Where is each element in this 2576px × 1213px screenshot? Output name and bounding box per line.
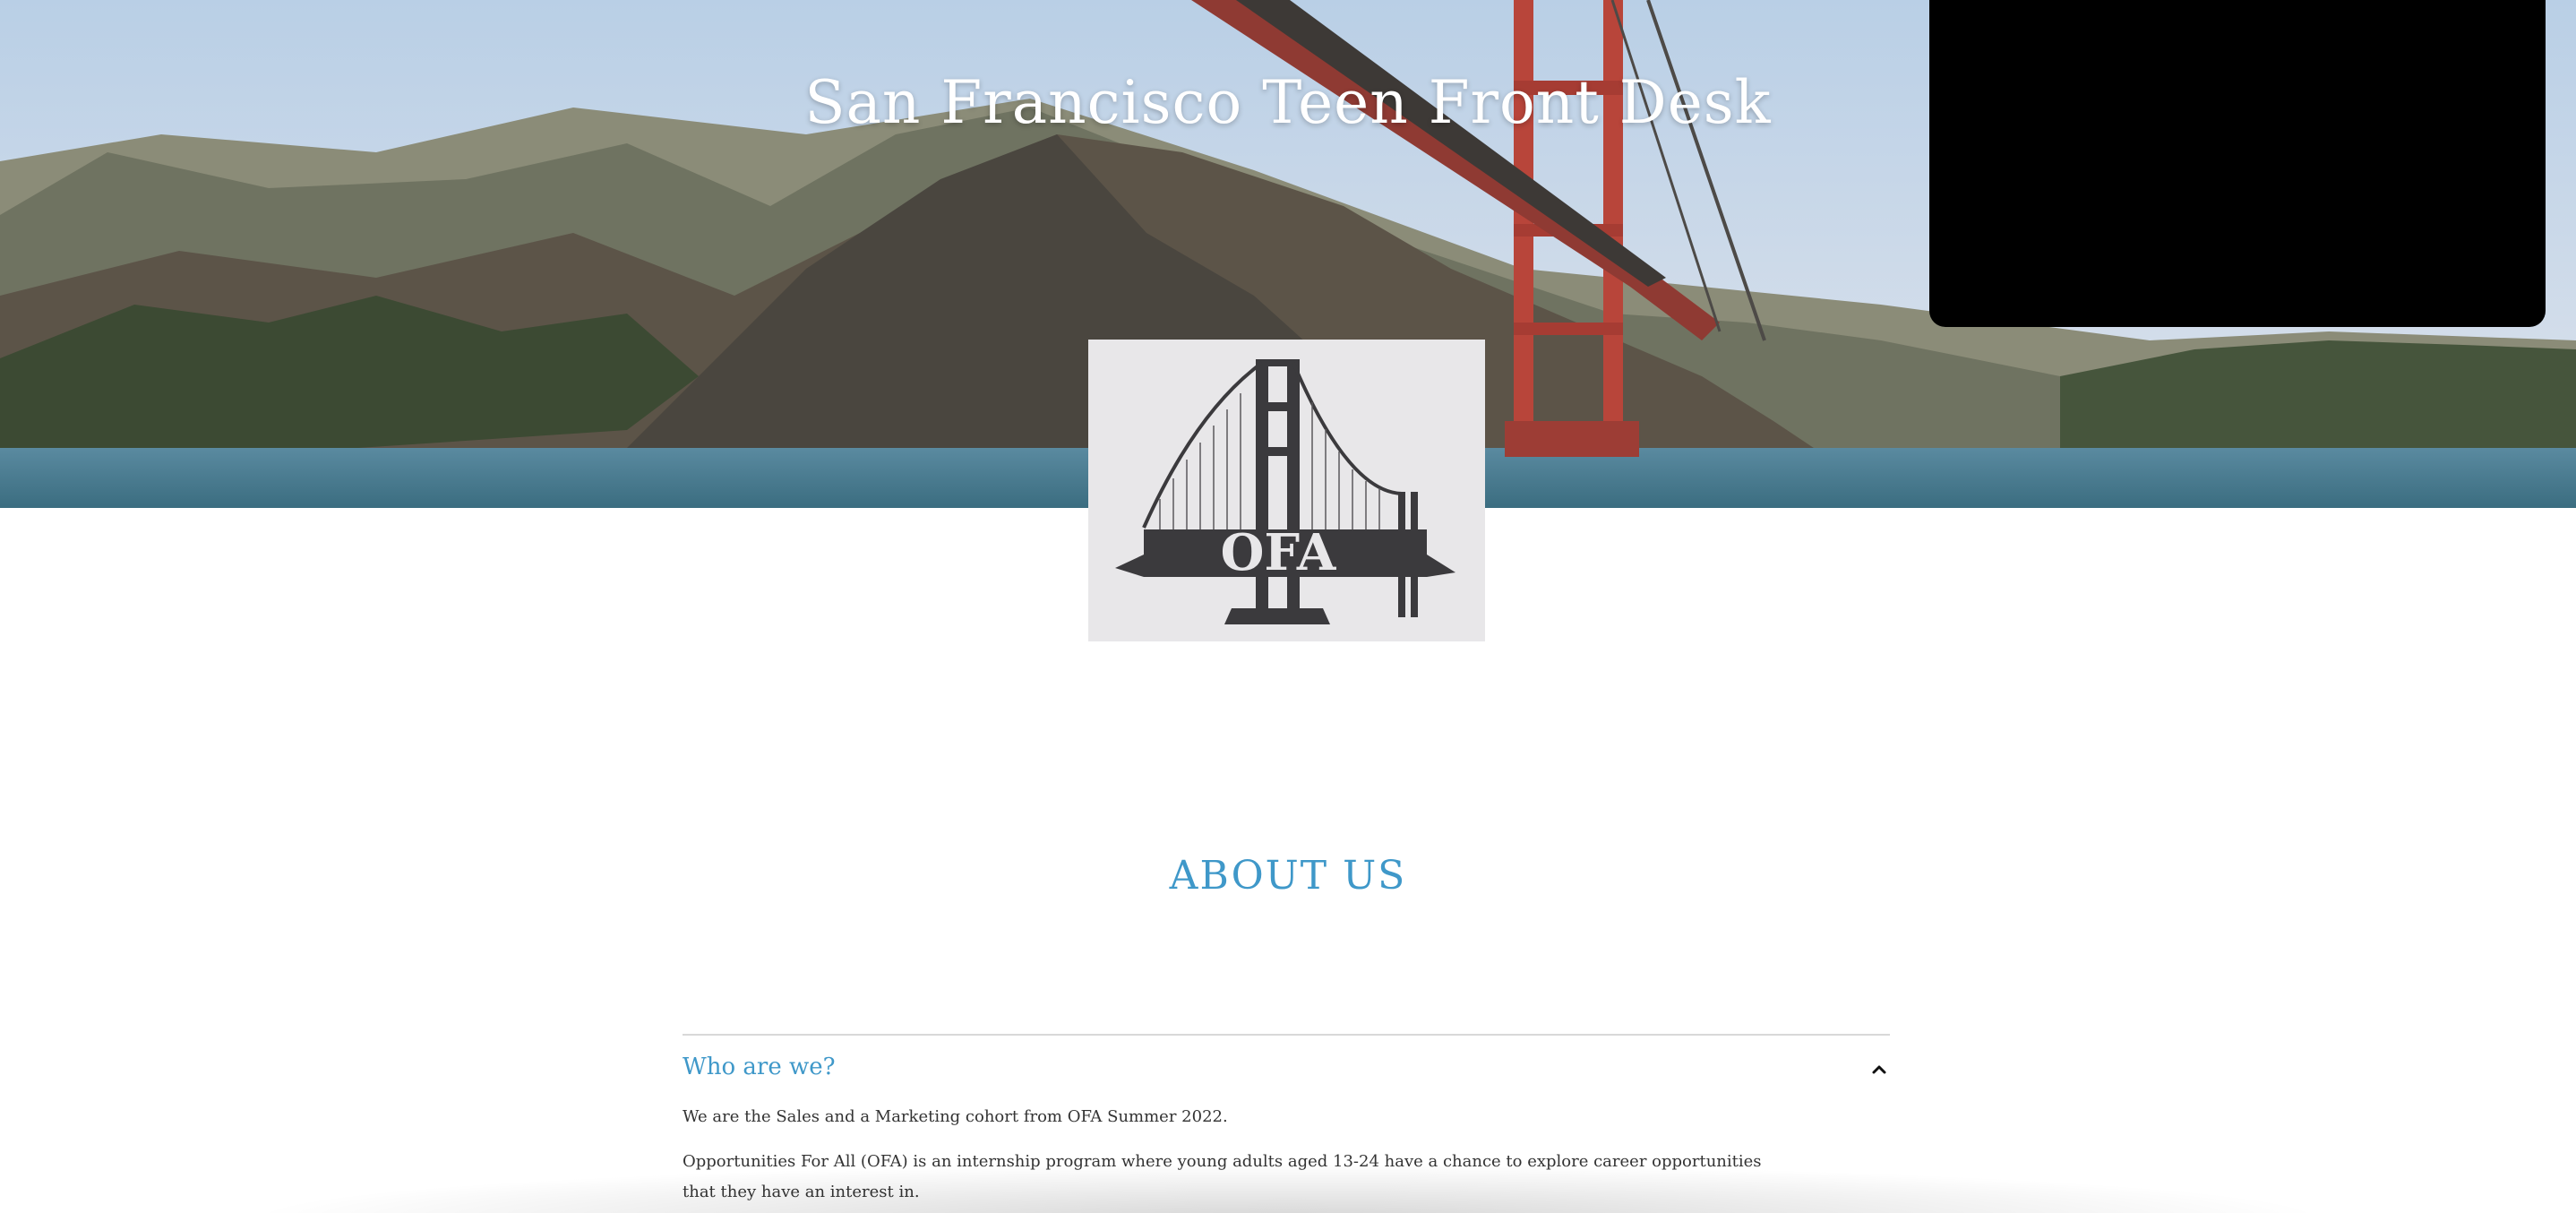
accordion-content: We are the Sales and a Marketing cohort … — [683, 1102, 1766, 1208]
accordion-paragraph: We are the Sales and a Marketing cohort … — [683, 1107, 1228, 1126]
about-heading: ABOUT US — [1169, 853, 1407, 899]
chevron-up-icon[interactable] — [1868, 1059, 1890, 1080]
accordion-header[interactable]: Who are we? — [683, 1036, 1890, 1102]
video-player[interactable] — [1929, 0, 2546, 327]
accordion-title[interactable]: Who are we? — [683, 1054, 836, 1080]
ofa-logo: OFA — [1088, 340, 1485, 641]
golden-gate-bridge-logo-icon: OFA — [1115, 359, 1455, 624]
accordion-who-are-we: Who are we? We are the Sales and a Marke… — [683, 1034, 1890, 1213]
accordion-paragraph: Opportunities For All (OFA) is an intern… — [683, 1152, 1762, 1201]
logo-text: OFA — [1221, 523, 1337, 582]
page: San Francisco Teen Front Desk OFA ABOUT … — [0, 0, 2576, 1213]
